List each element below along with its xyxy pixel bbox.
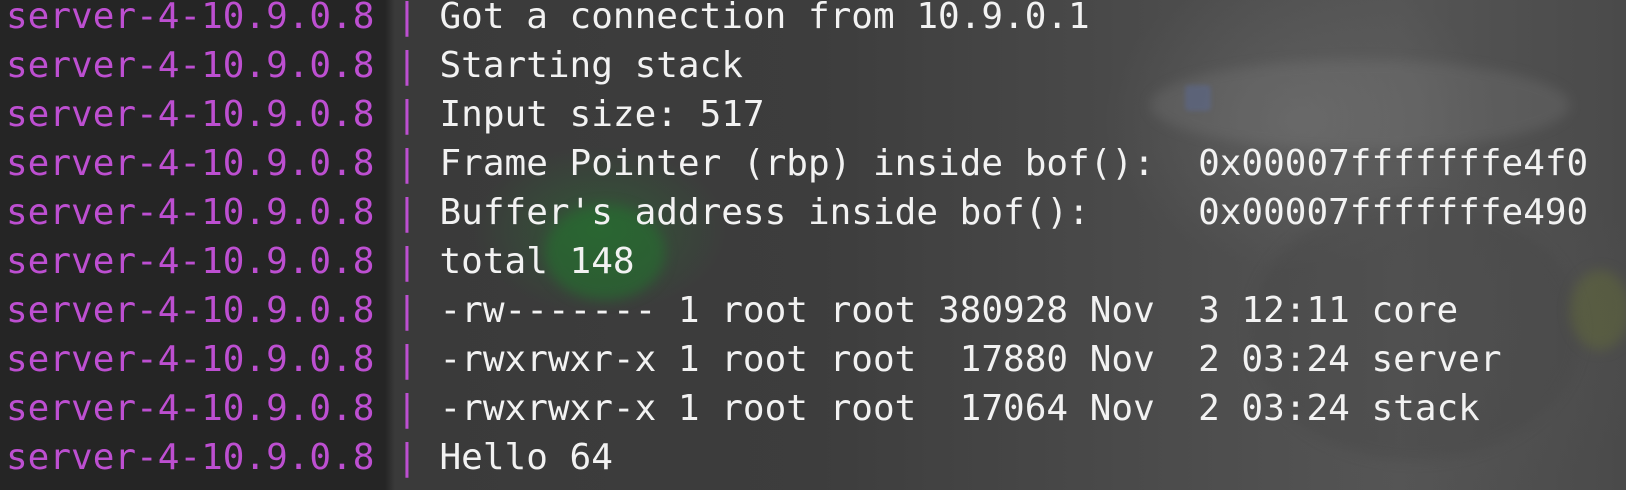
log-separator: | (374, 437, 440, 478)
log-separator: | (374, 290, 440, 331)
log-separator: | (374, 0, 440, 37)
log-message: Buffer's address inside bof(): 0x00007ff… (439, 192, 1589, 233)
container-prefix: server-4-10.9.0.8 (6, 94, 375, 135)
log-separator: | (374, 94, 440, 135)
log-message: -rwxrwxr-x 1 root root 17064 Nov 2 03:24… (439, 388, 1480, 429)
container-prefix: server-4-10.9.0.8 (6, 290, 375, 331)
log-separator: | (374, 192, 440, 233)
terminal-output[interactable]: server-4-10.9.0.8 | Got a connection fro… (0, 0, 1626, 490)
log-message: -rw------- 1 root root 380928 Nov 3 12:1… (439, 290, 1459, 331)
log-message: Starting stack (439, 45, 743, 86)
container-prefix: server-4-10.9.0.8 (6, 437, 375, 478)
terminal-line: server-4-10.9.0.8 | -rw------- 1 root ro… (6, 286, 1458, 335)
container-prefix: server-4-10.9.0.8 (6, 241, 375, 282)
terminal-line: server-4-10.9.0.8 | Frame Pointer (rbp) … (6, 139, 1588, 188)
container-prefix: server-4-10.9.0.8 (6, 0, 375, 37)
terminal-line: server-4-10.9.0.8 | Input size: 517 (6, 90, 765, 139)
log-separator: | (374, 388, 440, 429)
log-separator: | (374, 339, 440, 380)
terminal-line: server-4-10.9.0.8 | Starting stack (6, 41, 743, 90)
log-message: -rwxrwxr-x 1 root root 17880 Nov 2 03:24… (439, 339, 1502, 380)
log-message: Hello 64 (439, 437, 613, 478)
container-prefix: server-4-10.9.0.8 (6, 192, 375, 233)
log-message: total 148 (439, 241, 635, 282)
terminal-line: server-4-10.9.0.8 | Got a connection fro… (6, 0, 1090, 41)
container-prefix: server-4-10.9.0.8 (6, 339, 375, 380)
terminal-line: server-4-10.9.0.8 | Hello 64 (6, 433, 613, 482)
terminal-line: server-4-10.9.0.8 | -rwxrwxr-x 1 root ro… (6, 335, 1502, 384)
terminal-line: server-4-10.9.0.8 | Buffer's address ins… (6, 188, 1588, 237)
log-message: Input size: 517 (439, 94, 765, 135)
log-message: Got a connection from 10.9.0.1 (439, 0, 1090, 37)
container-prefix: server-4-10.9.0.8 (6, 45, 375, 86)
terminal-line: server-4-10.9.0.8 | -rwxrwxr-x 1 root ro… (6, 384, 1480, 433)
terminal-line: server-4-10.9.0.8 | total 148 (6, 237, 635, 286)
log-separator: | (374, 45, 440, 86)
container-prefix: server-4-10.9.0.8 (6, 388, 375, 429)
log-message: Frame Pointer (rbp) inside bof(): 0x0000… (439, 143, 1589, 184)
log-separator: | (374, 241, 440, 282)
container-prefix: server-4-10.9.0.8 (6, 143, 375, 184)
log-separator: | (374, 143, 440, 184)
